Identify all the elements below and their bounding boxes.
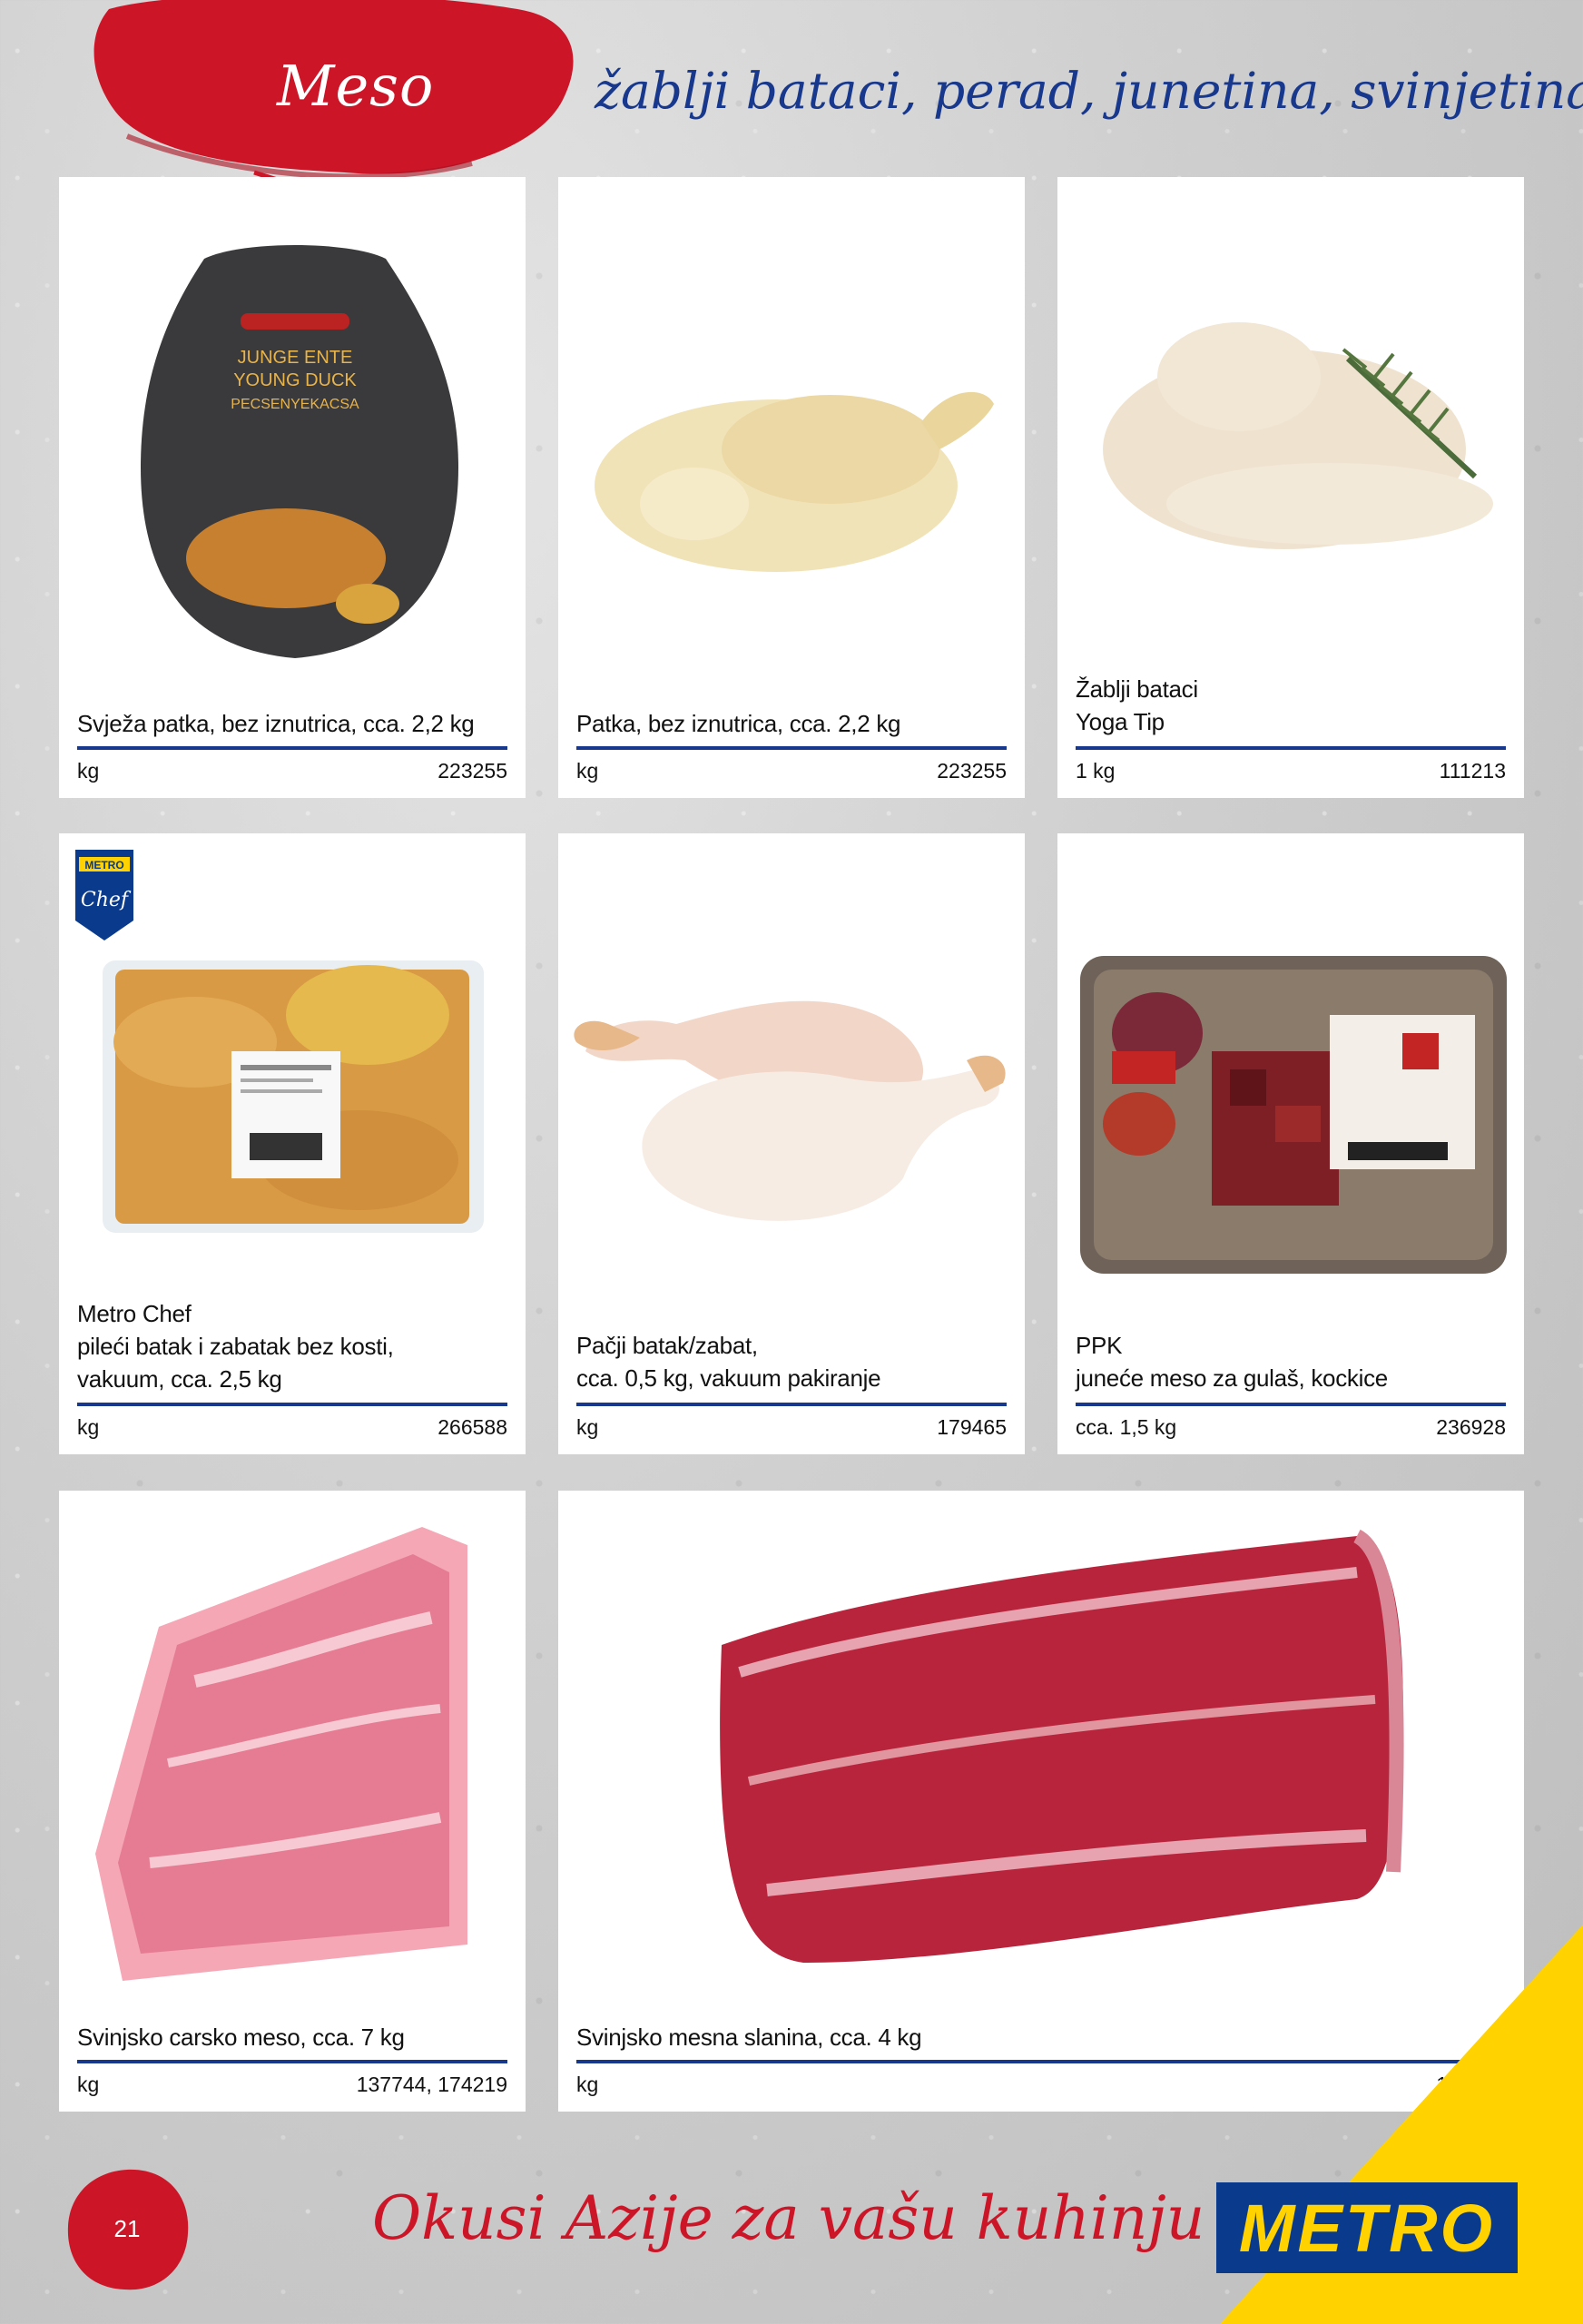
product-card[interactable]: Pačji batak/zabat, cca. 0,5 kg, vakuum p… [558, 833, 1025, 1454]
product-name-line2: cca. 0,5 kg, vakuum pakiranje [576, 1364, 881, 1392]
product-unit: kg [576, 1415, 599, 1439]
product-card[interactable]: METRO Chef Metro Chef pileći batak i zab… [59, 833, 526, 1454]
pork-belly-image [59, 1491, 526, 1999]
svg-text:YOUNG DUCK: YOUNG DUCK [233, 370, 357, 390]
product-code: 236928 [1436, 1415, 1506, 1439]
product-code: 266588 [438, 1415, 507, 1439]
product-divider [1076, 746, 1506, 750]
product-unit: kg [576, 2073, 599, 2096]
product-card[interactable]: JUNGE ENTE YOUNG DUCK PECSENYEKACSA Svje… [59, 177, 526, 798]
svg-text:PECSENYEKACSA: PECSENYEKACSA [231, 397, 359, 412]
product-code: 179465 [937, 1415, 1007, 1439]
svg-text:JUNGE ENTE: JUNGE ENTE [238, 348, 353, 368]
product-card[interactable]: Žablji bataci Yoga Tip 1 kg 111213 [1057, 177, 1524, 798]
product-name-line3: vakuum, cca. 2,5 kg [77, 1365, 282, 1393]
product-divider [576, 746, 1007, 750]
pork-bacon-slab-image [558, 1491, 1524, 1999]
whole-duck-image [558, 177, 1025, 685]
product-unit: kg [576, 759, 599, 783]
badge-metro-text: METRO [84, 859, 123, 872]
packaged-duck-image: JUNGE ENTE YOUNG DUCK PECSENYEKACSA [59, 177, 526, 685]
product-code: 111213 [1439, 759, 1506, 783]
product-name-line2: juneće meso za gulaš, kockice [1076, 1364, 1388, 1392]
product-name-line1: Pačji batak/zabat, [576, 1332, 758, 1359]
footer-tagline: Okusi Azije za vašu kuhinju [372, 2183, 1205, 2253]
product-unit: kg [77, 2073, 100, 2096]
metro-chef-badge: METRO Chef [75, 850, 133, 940]
product-unit: 1 kg [1076, 759, 1116, 783]
duck-legs-image [558, 833, 1025, 1305]
product-unit: kg [77, 759, 100, 783]
product-name-line2: pileći batak i zabatak bez kosti, [77, 1333, 394, 1360]
section-subtitle: žablji bataci, perad, junetina, svinjeti… [595, 62, 1583, 120]
product-divider [1076, 1403, 1506, 1406]
product-unit: kg [77, 1415, 100, 1439]
product-code: 223255 [438, 759, 507, 783]
badge-chef-text: Chef [81, 889, 132, 911]
product-code: 223255 [937, 759, 1007, 783]
product-name-line2: Yoga Tip [1076, 708, 1165, 735]
product-divider [77, 746, 507, 750]
product-name-line1: PPK [1076, 1332, 1123, 1359]
metro-logo: METRO [1216, 2182, 1518, 2273]
product-name: Patka, bez iznutrica, cca. 2,2 kg [576, 710, 901, 737]
product-name-line1: Žablji bataci [1076, 675, 1198, 703]
frog-legs-image [1057, 177, 1524, 667]
product-unit: cca. 1,5 kg [1076, 1415, 1177, 1439]
section-title: Meso [277, 53, 435, 119]
product-divider [576, 1403, 1007, 1406]
product-name: Svježa patka, bez iznutrica, cca. 2,2 kg [77, 710, 475, 737]
product-name-line1: Metro Chef [77, 1300, 192, 1327]
product-name: Svinjsko carsko meso, cca. 7 kg [77, 2024, 405, 2051]
product-card[interactable]: PPK juneće meso za gulaš, kockice cca. 1… [1057, 833, 1524, 1454]
beef-goulash-pack-image [1057, 833, 1524, 1305]
product-code: 137744, 174219 [356, 2073, 507, 2096]
page-number: 21 [113, 2215, 141, 2242]
metro-logo-text: METRO [1238, 2190, 1496, 2266]
product-card[interactable]: Patka, bez iznutrica, cca. 2,2 kg kg 223… [558, 177, 1025, 798]
product-divider [77, 1403, 507, 1406]
product-card[interactable]: Svinjsko carsko meso, cca. 7 kg kg 13774… [59, 1491, 526, 2112]
product-divider [77, 2060, 507, 2063]
